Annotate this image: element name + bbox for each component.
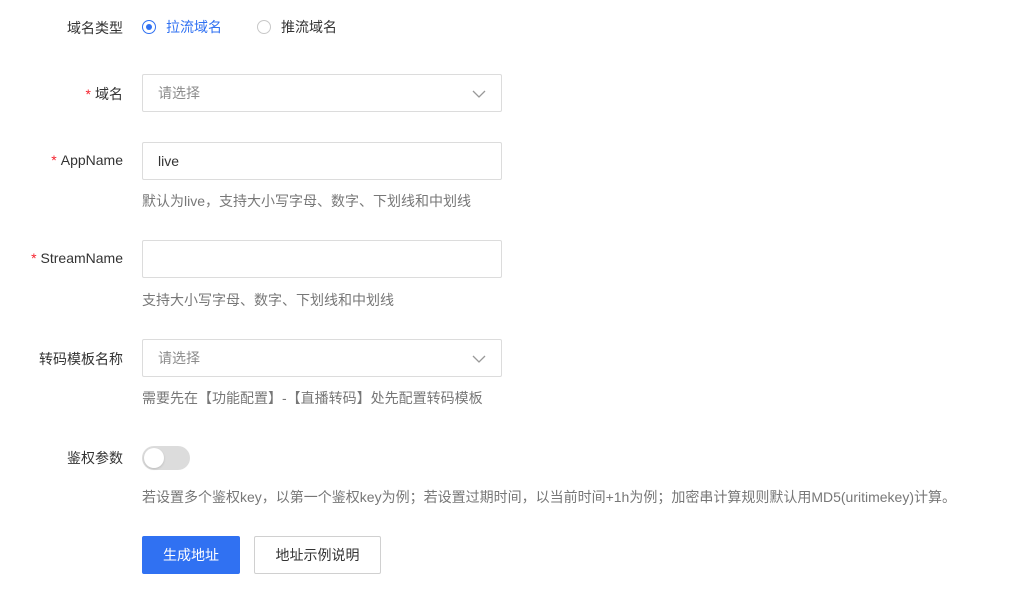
radio-pull-domain[interactable]: 拉流域名	[142, 17, 222, 37]
url-example-button[interactable]: 地址示例说明	[254, 536, 381, 574]
streamname-field[interactable]	[142, 240, 502, 278]
appname-help-text: 默认为live，支持大小写字母、数字、下划线和中划线	[142, 193, 472, 209]
transcode-template-placeholder: 请选择	[158, 350, 200, 366]
chevron-down-icon	[472, 355, 486, 363]
required-mark: *	[85, 86, 91, 102]
auth-params-toggle[interactable]	[142, 446, 190, 470]
domain-type-radio-group: 拉流域名 推流域名	[142, 17, 372, 37]
auth-params-label: 鉴权参数	[67, 450, 123, 466]
appname-field[interactable]	[142, 142, 502, 180]
streamname-input[interactable]	[158, 251, 486, 267]
streamname-label: * StreamName	[31, 250, 123, 266]
chevron-down-icon	[472, 90, 486, 98]
domain-type-label: 域名类型	[67, 20, 123, 36]
radio-push-domain[interactable]: 推流域名	[257, 17, 337, 37]
radio-unchecked-icon	[257, 20, 271, 34]
appname-label: * AppName	[51, 152, 123, 168]
live-url-generator-form: 域名类型 拉流域名 推流域名 *域名 请选择 *AppName 默认为live，…	[0, 0, 1016, 601]
auth-params-help-text: 若设置多个鉴权key，以第一个鉴权key为例；若设置过期时间，以当前时间+1h为…	[142, 489, 956, 505]
transcode-template-help-text: 需要先在【功能配置】-【直播转码】处先配置转码模板	[142, 390, 483, 406]
transcode-template-label: 转码模板名称	[39, 351, 123, 367]
transcode-template-select[interactable]: 请选择	[142, 339, 502, 377]
required-mark: *	[51, 152, 57, 168]
streamname-help-text: 支持大小写字母、数字、下划线和中划线	[142, 292, 394, 308]
appname-input[interactable]	[158, 153, 486, 169]
domain-label: * 域名	[85, 86, 123, 102]
radio-checked-icon	[142, 20, 156, 34]
domain-select-placeholder: 请选择	[158, 85, 200, 101]
generate-url-button[interactable]: 生成地址	[142, 536, 240, 574]
domain-select[interactable]: 请选择	[142, 74, 502, 112]
toggle-knob	[144, 448, 164, 468]
required-mark: *	[31, 250, 37, 266]
